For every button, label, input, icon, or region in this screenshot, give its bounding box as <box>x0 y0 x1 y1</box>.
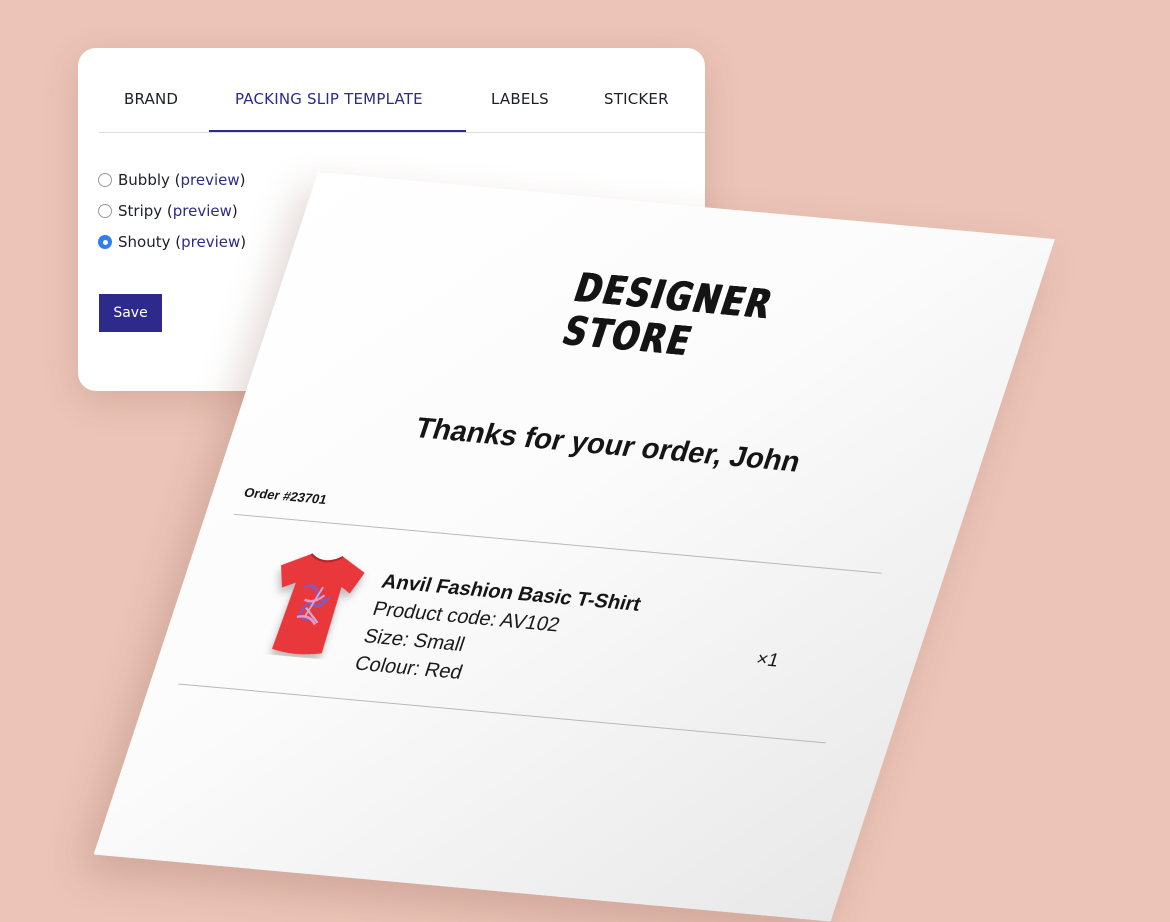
active-tab-indicator <box>209 130 466 132</box>
tab-labels[interactable]: LABELS <box>491 90 549 108</box>
option-label-shouty: Shouty <box>118 233 171 251</box>
template-option-stripy[interactable]: Stripy (preview) <box>98 200 238 222</box>
radio-stripy[interactable] <box>98 204 112 218</box>
template-option-shouty[interactable]: Shouty (preview) <box>98 231 246 253</box>
radio-bubbly[interactable] <box>98 173 112 187</box>
preview-link-shouty[interactable]: preview <box>181 233 240 251</box>
slip-title: Thanks for your order, John <box>410 412 805 479</box>
product-size: Size: Small <box>360 625 468 656</box>
paren-close: ) <box>240 233 247 251</box>
tab-packing-slip-template[interactable]: PACKING SLIP TEMPLATE <box>235 90 423 108</box>
paren-close: ) <box>239 171 246 189</box>
product-quantity: ×1 <box>753 649 782 672</box>
product-colour: Colour: Red <box>351 652 466 684</box>
preview-link-stripy[interactable]: preview <box>173 202 232 220</box>
radio-shouty[interactable] <box>98 235 112 249</box>
order-number: Order #23701 <box>242 484 330 507</box>
paren-close: ) <box>231 202 238 220</box>
option-label-bubbly: Bubbly <box>118 171 170 189</box>
tab-brand[interactable]: BRAND <box>124 90 178 108</box>
tab-bar: BRAND PACKING SLIP TEMPLATE LABELS STICK… <box>99 48 705 133</box>
red-tshirt-icon <box>272 553 365 655</box>
logo-line-2: STORE <box>557 308 699 365</box>
option-label-stripy: Stripy <box>118 202 163 220</box>
divider <box>178 683 826 744</box>
tab-sticker[interactable]: STICKER <box>604 90 669 108</box>
preview-link-bubbly[interactable]: preview <box>181 171 240 189</box>
save-button[interactable]: Save <box>99 294 162 332</box>
template-option-bubbly[interactable]: Bubbly (preview) <box>98 169 246 191</box>
store-logo: DESIGNER STORE <box>536 265 779 366</box>
